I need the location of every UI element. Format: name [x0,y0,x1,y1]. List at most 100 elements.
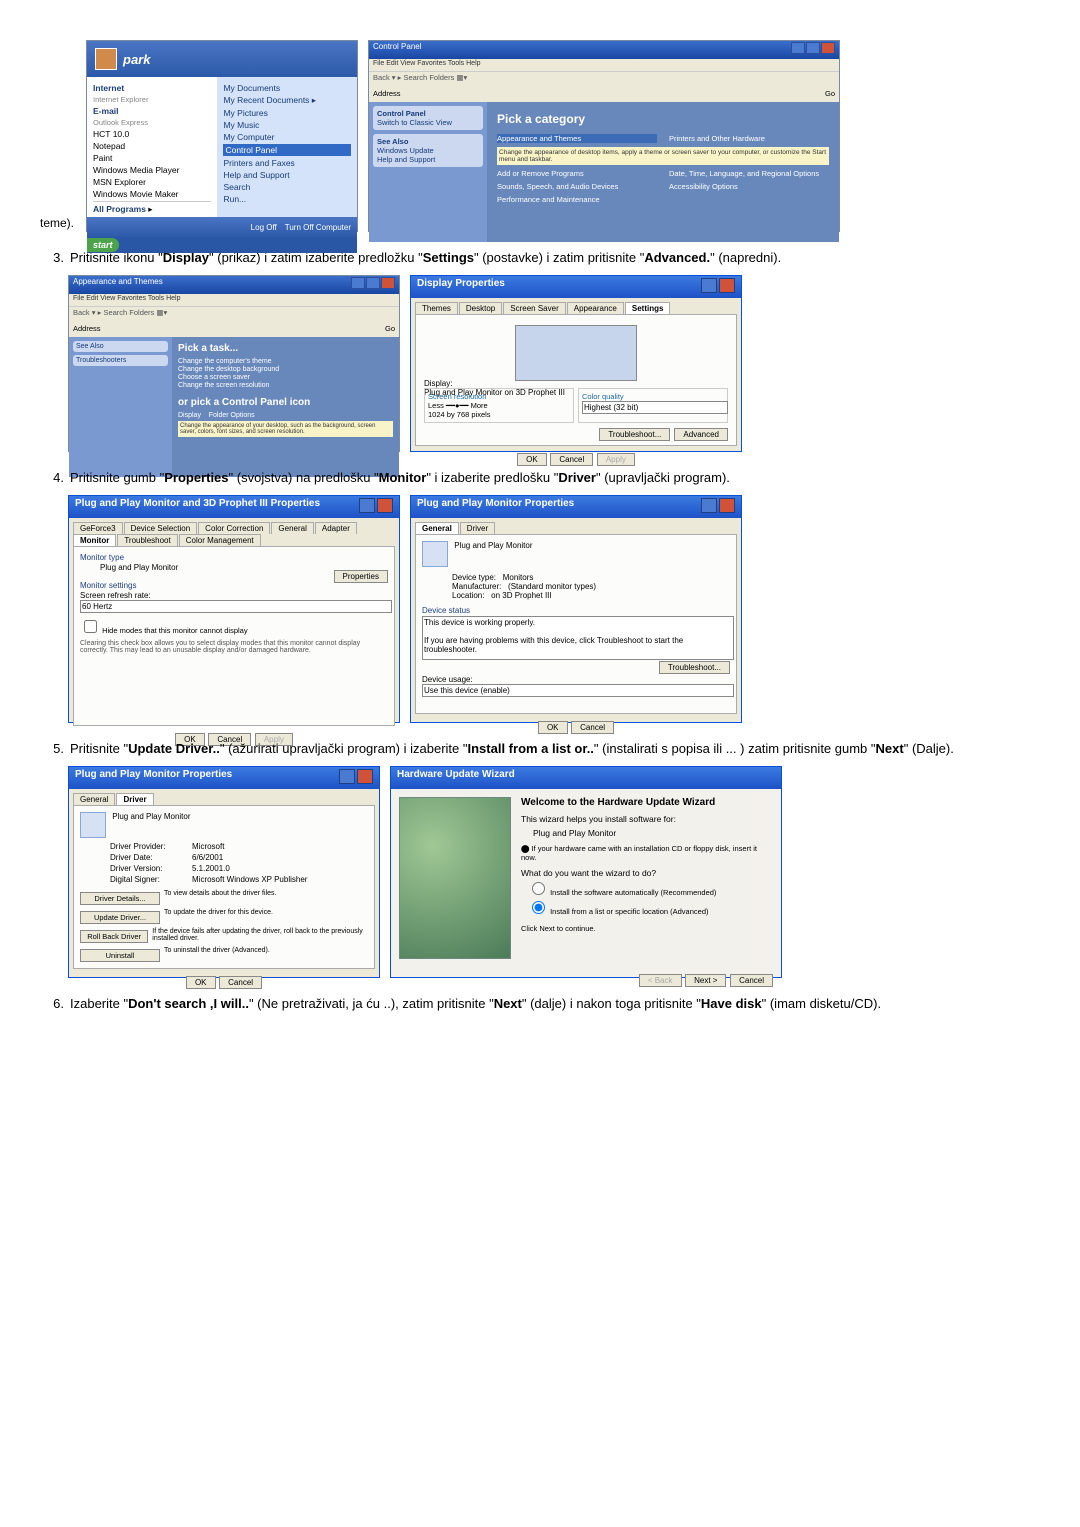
properties-button[interactable]: Properties [334,570,388,583]
tab[interactable]: Desktop [459,302,502,314]
ok-button[interactable]: OK [186,976,216,989]
start-right-item[interactable]: My Music [223,120,351,130]
start-right-item[interactable]: My Documents [223,83,351,93]
address-bar[interactable]: AddressGo [69,323,399,337]
help-icon[interactable] [359,498,375,513]
start-right-item[interactable]: My Pictures [223,108,351,118]
toolbar[interactable]: Back ▾ ▸ Search Folders ▦▾ [369,71,839,88]
uninstall-button[interactable]: Uninstall [80,949,160,962]
rollback-driver-button[interactable]: Roll Back Driver [80,930,148,943]
category-link[interactable]: Printers and Other Hardware [669,134,829,143]
maximize-icon[interactable] [366,277,380,289]
folder-options-link[interactable]: Folder Options [209,412,255,419]
close-icon[interactable] [719,278,735,293]
start-right-item[interactable]: Printers and Faxes [223,158,351,168]
cancel-button[interactable]: Cancel [571,721,614,734]
troubleshoot-button[interactable]: Troubleshoot... [659,661,730,674]
install-list-radio[interactable] [532,901,545,914]
tab-general[interactable]: General [415,522,459,534]
wizard-artwork [399,797,511,959]
tab[interactable]: Themes [415,302,458,314]
display-icon-link[interactable]: Display [178,412,201,419]
back-button[interactable]: < Back [639,974,682,987]
update-driver-button[interactable]: Update Driver... [80,911,160,924]
tab[interactable]: Adapter [315,522,357,534]
control-panel-link[interactable]: Control Panel [223,144,351,156]
cancel-button[interactable]: Cancel [550,453,593,466]
task-link[interactable]: Change the screen resolution [178,382,393,389]
tab[interactable]: Color Management [179,534,261,546]
start-left-item[interactable]: Windows Media Player [93,165,211,175]
help-icon[interactable] [701,278,717,293]
apply-button[interactable]: Apply [597,453,635,466]
troubleshoot-button[interactable]: Troubleshoot... [599,428,670,441]
ok-button[interactable]: OK [517,453,547,466]
start-right-item[interactable]: My Computer [223,132,351,142]
tab[interactable]: Device Selection [124,522,198,534]
see-also-link[interactable]: Windows Update [377,146,434,155]
log-off-btn[interactable]: Log Off [251,223,277,232]
switch-classic-link[interactable]: Switch to Classic View [377,118,452,127]
start-left-item[interactable]: E-mail [93,106,119,116]
minimize-icon[interactable] [351,277,365,289]
tab[interactable]: Troubleshoot [117,534,177,546]
tab[interactable]: General [271,522,313,534]
task-link[interactable]: Choose a screen saver [178,374,393,381]
refresh-rate-select[interactable]: 60 Hertz [80,600,392,613]
turn-off-btn[interactable]: Turn Off Computer [285,223,351,232]
address-bar[interactable]: Address Go [369,88,839,102]
category-link[interactable]: Date, Time, Language, and Regional Optio… [669,169,829,178]
start-button[interactable]: start [87,238,119,252]
start-right-item[interactable]: Run... [223,194,351,204]
cancel-button[interactable]: Cancel [730,974,773,987]
tab-driver[interactable]: Driver [460,522,495,534]
category-link[interactable]: Appearance and Themes [497,134,657,143]
tab[interactable]: Screen Saver [503,302,565,314]
maximize-icon[interactable] [806,42,820,54]
tab-settings[interactable]: Settings [625,302,671,314]
start-left-item[interactable]: MSN Explorer [93,177,211,187]
category-link[interactable]: Add or Remove Programs [497,169,657,178]
tab[interactable]: Appearance [567,302,624,314]
category-link[interactable]: Accessibility Options [669,182,829,191]
close-icon[interactable] [719,498,735,513]
next-button[interactable]: Next > [685,974,726,987]
driver-details-button[interactable]: Driver Details... [80,892,160,905]
category-link[interactable]: Performance and Maintenance [497,195,657,204]
toolbar[interactable]: Back ▾ ▸ Search Folders ▦▾ [69,306,399,323]
task-link[interactable]: Change the computer's theme [178,358,393,365]
close-icon[interactable] [377,498,393,513]
task-link[interactable]: Change the desktop background [178,366,393,373]
hide-modes-checkbox[interactable] [84,620,97,633]
start-left-item[interactable]: HCT 10.0 [93,129,211,139]
cancel-button[interactable]: Cancel [219,976,262,989]
start-right-item[interactable]: Search [223,182,351,192]
device-usage-select[interactable]: Use this device (enable) [422,684,734,697]
help-icon[interactable] [339,769,355,784]
close-icon[interactable] [357,769,373,784]
start-right-item[interactable]: Help and Support [223,170,351,180]
close-icon[interactable] [821,42,835,54]
start-left-item[interactable]: Windows Movie Maker [93,189,211,199]
advanced-button[interactable]: Advanced [674,428,728,441]
minimize-icon[interactable] [791,42,805,54]
close-icon[interactable] [381,277,395,289]
all-programs[interactable]: All Programs [93,204,146,214]
start-left-item[interactable]: Paint [93,153,211,163]
tab[interactable]: GeForce3 [73,522,123,534]
tab-driver[interactable]: Driver [116,793,153,805]
tab-monitor[interactable]: Monitor [73,534,116,546]
tab[interactable]: Color Correction [198,522,270,534]
ok-button[interactable]: OK [538,721,568,734]
start-right-item[interactable]: My Recent Documents ▸ [223,95,351,106]
menubar[interactable]: File Edit View Favorites Tools Help [69,294,399,306]
start-left-item[interactable]: Notepad [93,141,211,151]
category-link[interactable]: Sounds, Speech, and Audio Devices [497,182,657,191]
tab-general[interactable]: General [73,793,115,805]
see-also-link[interactable]: Help and Support [377,155,435,164]
install-auto-radio[interactable] [532,882,545,895]
start-left-item[interactable]: Internet [93,83,124,93]
help-icon[interactable] [701,498,717,513]
color-quality-select[interactable]: Highest (32 bit) [582,401,728,414]
menubar[interactable]: File Edit View Favorites Tools Help [369,59,839,71]
